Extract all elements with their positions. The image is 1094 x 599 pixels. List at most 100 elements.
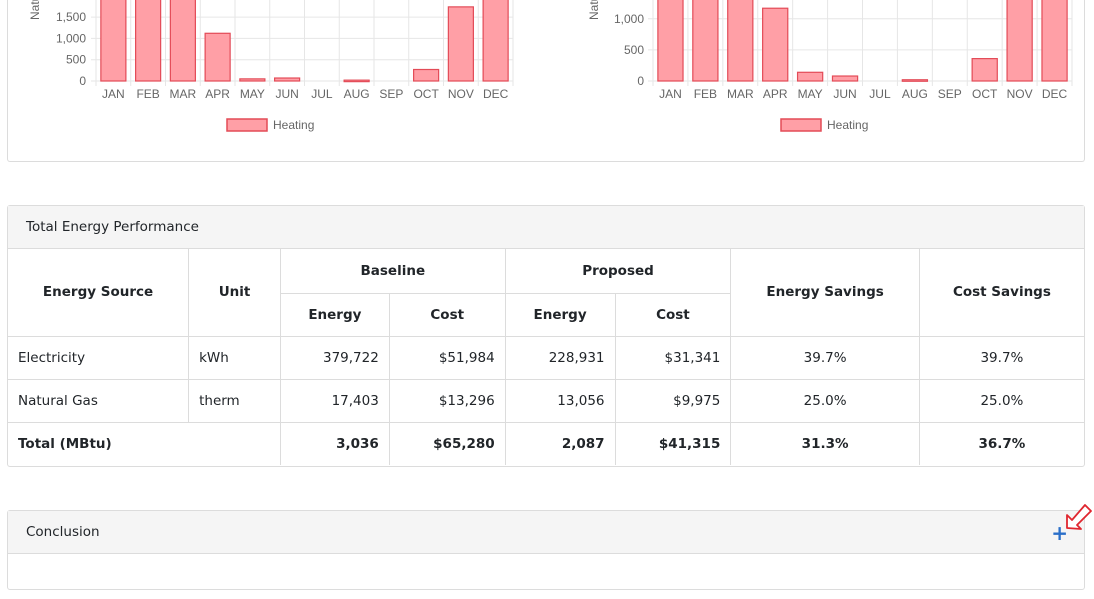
x-tick-label: JUL (869, 87, 891, 101)
y-axis-label: Natu (587, 0, 601, 20)
x-tick-label: MAY (240, 87, 265, 101)
total-proposed-cost-cell: $41,315 (614, 421, 732, 465)
x-tick-label: SEP (938, 87, 962, 101)
header-baseline: Baseline (279, 249, 506, 294)
x-tick-label: MAR (170, 87, 197, 101)
y-tick-label: 0 (637, 74, 644, 88)
baseline-cost-cell: $51,984 (388, 335, 506, 380)
bar-dec (482, 0, 509, 82)
performance-table: Energy Source Unit Baseline Proposed Ene… (8, 249, 1084, 465)
bar-jun (274, 77, 301, 82)
heating-chart-left: 0 500 1,000 1,500 Natu JAN FEB MAR APR MAY JUN JUL A… (28, 0, 514, 132)
unit-cell: kWh (188, 335, 281, 380)
baseline-energy-cell: 379,722 (279, 335, 390, 380)
header-proposed: Proposed (504, 249, 732, 294)
table-row: Electricity kWh 379,722 $51,984 228,931 … (8, 335, 1084, 380)
bar-apr (204, 32, 231, 82)
bar-oct (413, 68, 440, 82)
total-energy-performance-panel: Total Energy Performance Energy Source U… (7, 205, 1085, 467)
table-row: Natural Gas therm 17,403 $13,296 13,056 … (8, 378, 1084, 423)
cost-savings-cell: 39.7% (918, 335, 1084, 380)
heating-chart-right: 0 500 1,000 Natu JAN FEB MAR APR MAY JUN JUL AUG SEP… (587, 0, 1073, 132)
energy-source-cell: Electricity (8, 335, 190, 380)
x-tick-label: FEB (694, 87, 717, 101)
y-tick-label: 1,000 (56, 31, 86, 45)
y-tick-label: 1,000 (614, 12, 644, 26)
x-tick-label: SEP (379, 87, 403, 101)
header-proposed-energy: Energy (504, 292, 616, 337)
bar-feb (135, 0, 162, 82)
x-tick-label: APR (205, 87, 230, 101)
total-baseline-cost-cell: $65,280 (388, 421, 506, 465)
header-baseline-energy: Energy (280, 292, 390, 337)
energy-savings-cell: 39.7% (730, 335, 920, 380)
bar-may (239, 78, 266, 82)
x-tick-label: NOV (448, 87, 474, 101)
x-tick-label: APR (763, 87, 788, 101)
conclusion-header[interactable]: Conclusion (8, 511, 1084, 554)
x-tick-label: MAY (798, 87, 823, 101)
legend-label: Heating (273, 118, 314, 132)
bar-apr (762, 7, 789, 82)
bar-mar (727, 0, 754, 82)
x-tick-label: NOV (1007, 87, 1033, 101)
cost-savings-cell: 25.0% (918, 378, 1084, 423)
unit-cell: therm (188, 378, 281, 423)
monthly-charts-panel: 0 500 1,000 1,500 Natu JAN FEB MAR APR MAY JUN JUL A… (7, 0, 1085, 162)
proposed-cost-cell: $9,975 (614, 378, 732, 423)
y-tick-label: 1,500 (56, 10, 86, 24)
legend-swatch (226, 118, 268, 132)
header-proposed-cost: Cost (614, 292, 731, 337)
bar-feb (692, 0, 719, 82)
bar-jan (100, 0, 127, 82)
total-cost-savings-cell: 36.7% (918, 421, 1084, 465)
energy-source-cell: Natural Gas (8, 378, 190, 423)
bar-aug (343, 79, 370, 83)
x-tick-label: JAN (102, 87, 125, 101)
bar-jan (657, 0, 684, 82)
y-tick-label: 500 (624, 43, 644, 57)
panel-title: Total Energy Performance (8, 206, 1084, 249)
header-energy-savings: Energy Savings (730, 249, 920, 337)
x-tick-label: JUN (833, 87, 856, 101)
x-tick-label: FEB (136, 87, 159, 101)
x-tick-label: JUL (311, 87, 333, 101)
legend-label: Heating (827, 118, 868, 132)
header-baseline-cost: Cost (388, 292, 506, 337)
header-unit: Unit (188, 249, 281, 337)
x-tick-label: DEC (1042, 87, 1068, 101)
conclusion-panel: Conclusion + (7, 510, 1085, 590)
proposed-energy-cell: 228,931 (504, 335, 616, 380)
bar-jun (831, 75, 859, 82)
total-energy-savings-cell: 31.3% (730, 421, 920, 465)
pointer-arrow-icon (1066, 504, 1092, 530)
bar-mar (169, 0, 196, 82)
bar-aug (901, 79, 929, 82)
bar-nov (447, 6, 474, 82)
header-cost-savings: Cost Savings (918, 249, 1084, 337)
bar-nov (1006, 0, 1033, 82)
legend-swatch (780, 118, 822, 132)
x-tick-label: MAR (727, 87, 754, 101)
x-tick-label: DEC (483, 87, 509, 101)
proposed-energy-cell: 13,056 (504, 378, 616, 423)
y-tick-label: 500 (66, 53, 86, 67)
energy-savings-cell: 25.0% (730, 378, 920, 423)
x-tick-label: JAN (659, 87, 682, 101)
y-axis-label: Natu (28, 0, 42, 20)
conclusion-title: Conclusion (26, 524, 100, 540)
y-tick-label: 0 (79, 74, 86, 88)
bar-oct (971, 58, 998, 82)
total-row: Total (MBtu) 3,036 $65,280 2,087 $41,315… (8, 421, 1084, 465)
total-proposed-energy-cell: 2,087 (504, 421, 616, 465)
x-tick-label: OCT (413, 87, 439, 101)
x-tick-label: OCT (972, 87, 998, 101)
proposed-cost-cell: $31,341 (614, 335, 732, 380)
total-baseline-energy-cell: 3,036 (279, 421, 390, 465)
baseline-energy-cell: 17,403 (279, 378, 390, 423)
x-tick-label: AUG (902, 87, 928, 101)
x-tick-label: JUN (275, 87, 298, 101)
x-tick-label: AUG (344, 87, 370, 101)
baseline-cost-cell: $13,296 (388, 378, 506, 423)
bar-may (796, 71, 824, 82)
